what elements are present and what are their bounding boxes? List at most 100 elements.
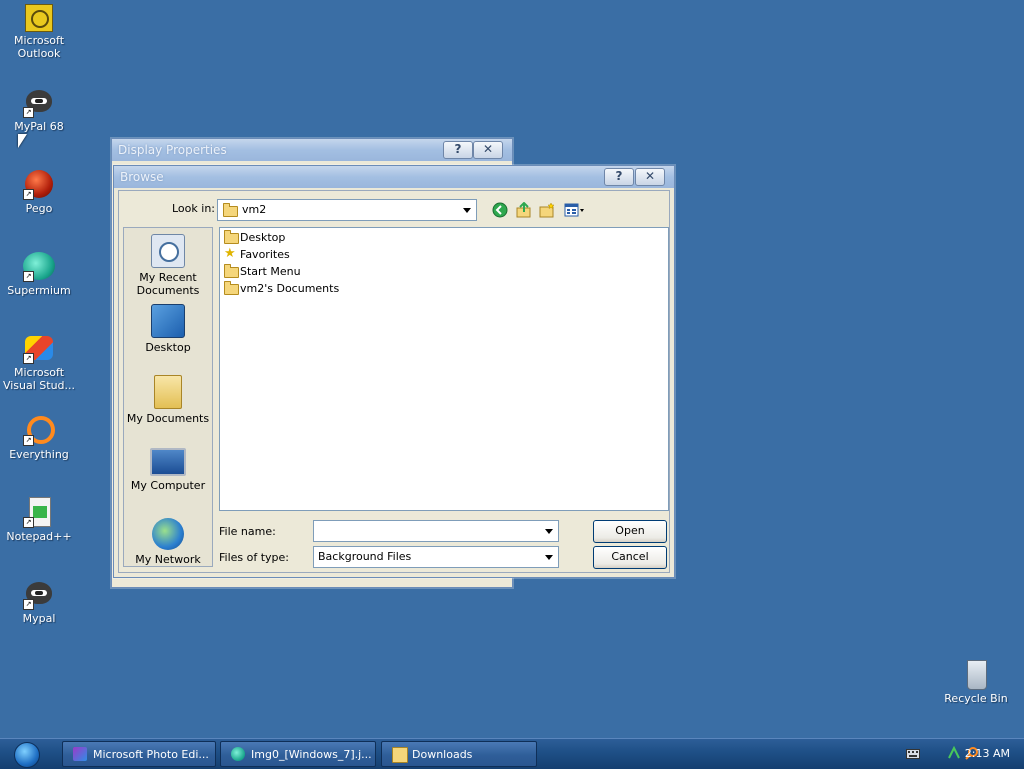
visual-studio-icon: ↗ xyxy=(23,332,55,364)
desktop-icon-label: Mypal xyxy=(22,612,56,625)
views-menu-icon[interactable] xyxy=(564,202,586,218)
clock[interactable]: 2:13 AM xyxy=(965,747,1010,760)
cancel-button[interactable]: Cancel xyxy=(593,546,667,569)
files-of-type-value: Background Files xyxy=(318,550,412,563)
list-item[interactable]: Start Menu xyxy=(224,263,301,280)
folder-icon xyxy=(224,230,239,244)
my-computer-icon xyxy=(150,448,186,476)
everything-icon: ↗ xyxy=(23,414,55,446)
list-item[interactable]: vm2's Documents xyxy=(224,280,339,297)
notepad-plus-plus-icon: ↗ xyxy=(23,496,55,528)
title-bar[interactable]: Display Properties ? ✕ xyxy=(112,139,512,161)
mouse-cursor-icon xyxy=(18,134,27,148)
up-one-level-icon[interactable] xyxy=(516,202,532,218)
taskbar-item-label: Img0_[Windows_7].j... xyxy=(251,748,372,761)
supermium-icon: ↗ xyxy=(23,250,55,282)
place-desktop[interactable]: Desktop xyxy=(124,304,212,354)
close-button[interactable]: ✕ xyxy=(473,141,503,159)
file-list[interactable]: Desktop ★ Favorites Start Menu vm2's Doc… xyxy=(219,227,669,511)
chevron-down-icon xyxy=(545,529,553,534)
desktop-icon-label: Pego xyxy=(25,202,53,215)
folder-icon xyxy=(392,747,408,763)
back-icon[interactable] xyxy=(492,202,508,218)
new-folder-icon[interactable] xyxy=(539,202,555,218)
desktop-icon-label: Recycle Bin xyxy=(944,692,1008,705)
place-label: My Recent Documents xyxy=(136,271,200,297)
my-documents-icon xyxy=(154,375,182,409)
window-title: Browse xyxy=(120,170,164,184)
list-item-label: Desktop xyxy=(240,231,286,244)
desktop-icon-mypal[interactable]: ↗ Mypal xyxy=(1,578,77,625)
system-tray: 2:13 AM xyxy=(874,739,1024,769)
taskbar-item-downloads[interactable]: Downloads xyxy=(381,741,537,767)
place-label: My Network xyxy=(135,553,201,566)
folder-icon xyxy=(224,281,239,295)
desktop-icon-supermium[interactable]: ↗ Supermium xyxy=(1,250,77,297)
look-in-dropdown-button[interactable] xyxy=(459,201,475,219)
folder-icon xyxy=(224,264,239,278)
close-button[interactable]: ✕ xyxy=(635,168,665,186)
help-button[interactable]: ? xyxy=(604,168,634,186)
list-item-label: Start Menu xyxy=(240,265,301,278)
list-item[interactable]: ★ Favorites xyxy=(224,246,290,263)
browse-dialog[interactable]: Browse ? ✕ Look in: vm2 My Recent Docume… xyxy=(113,165,675,578)
file-name-label: File name: xyxy=(219,525,276,538)
files-of-type-label: Files of type: xyxy=(219,551,290,564)
desktop-icon-label: Everything xyxy=(9,448,69,461)
my-network-icon xyxy=(152,518,184,550)
mypal-icon: ↗ xyxy=(23,86,55,118)
start-button[interactable] xyxy=(6,741,46,768)
folder-icon xyxy=(223,203,238,217)
list-item-label: Favorites xyxy=(240,248,290,261)
desktop-icon-label: MyPal 68 xyxy=(14,120,64,133)
title-bar[interactable]: Browse ? ✕ xyxy=(114,166,674,188)
chevron-down-icon xyxy=(463,208,471,213)
file-name-input[interactable] xyxy=(313,520,559,542)
place-my-recent-documents[interactable]: My Recent Documents xyxy=(124,234,212,297)
network-tray-icon[interactable] xyxy=(947,746,961,760)
desktop-icon-everything[interactable]: ↗ Everything xyxy=(1,414,77,461)
desktop-icon-label: Notepad++ xyxy=(6,530,72,543)
place-my-computer[interactable]: My Computer xyxy=(124,448,212,492)
desktop-icon-mypal-68[interactable]: ↗ MyPal 68 xyxy=(1,86,77,133)
place-my-network[interactable]: My Network xyxy=(124,518,212,566)
file-name-dropdown-button[interactable] xyxy=(541,522,557,540)
desktop-icon-label: Microsoft Outlook xyxy=(13,34,65,60)
place-label: Desktop xyxy=(145,341,191,354)
window-title: Display Properties xyxy=(118,143,227,157)
taskbar-item-label: Microsoft Photo Edi... xyxy=(93,748,209,761)
taskbar-item-photo-editor[interactable]: Microsoft Photo Edi... xyxy=(62,741,216,767)
taskbar-item-img0[interactable]: Img0_[Windows_7].j... xyxy=(220,741,376,767)
pego-icon: ↗ xyxy=(23,168,55,200)
recent-documents-icon xyxy=(151,234,185,268)
place-label: My Documents xyxy=(126,412,210,425)
desktop-icon xyxy=(151,304,185,338)
desktop-icon-outlook[interactable]: Microsoft Outlook xyxy=(1,4,77,60)
photo-editor-icon xyxy=(73,747,87,761)
keyboard-icon[interactable] xyxy=(906,749,920,759)
desktop-icon-recycle-bin[interactable]: Recycle Bin xyxy=(938,658,1014,705)
supermium-icon xyxy=(231,747,245,761)
places-bar: My Recent Documents Desktop My Documents… xyxy=(123,227,213,567)
desktop-icon-notepad-plus-plus[interactable]: ↗ Notepad++ xyxy=(1,496,77,543)
desktop-icon-label: Microsoft Visual Stud... xyxy=(2,366,76,392)
desktop-icon-visual-studio[interactable]: ↗ Microsoft Visual Stud... xyxy=(1,332,77,392)
chevron-down-icon xyxy=(545,555,553,560)
look-in-label: Look in: xyxy=(172,202,215,215)
list-item[interactable]: Desktop xyxy=(224,229,285,246)
taskbar-item-label: Downloads xyxy=(412,748,473,761)
look-in-dropdown[interactable]: vm2 xyxy=(217,199,477,221)
files-of-type-dropdown-button[interactable] xyxy=(541,548,557,566)
taskbar: Microsoft Photo Edi... Img0_[Windows_7].… xyxy=(0,738,1024,769)
help-button[interactable]: ? xyxy=(443,141,473,159)
place-my-documents[interactable]: My Documents xyxy=(124,375,212,425)
open-button[interactable]: Open xyxy=(593,520,667,543)
files-of-type-dropdown[interactable]: Background Files xyxy=(313,546,559,568)
outlook-icon xyxy=(25,4,53,32)
place-label: My Computer xyxy=(130,479,206,492)
mypal-icon: ↗ xyxy=(23,578,55,610)
recycle-bin-icon xyxy=(960,658,992,690)
desktop-icon-pego[interactable]: ↗ Pego xyxy=(1,168,77,215)
list-item-label: vm2's Documents xyxy=(240,282,340,295)
browse-client-area: Look in: vm2 My Recent Documents Desktop… xyxy=(118,190,670,573)
